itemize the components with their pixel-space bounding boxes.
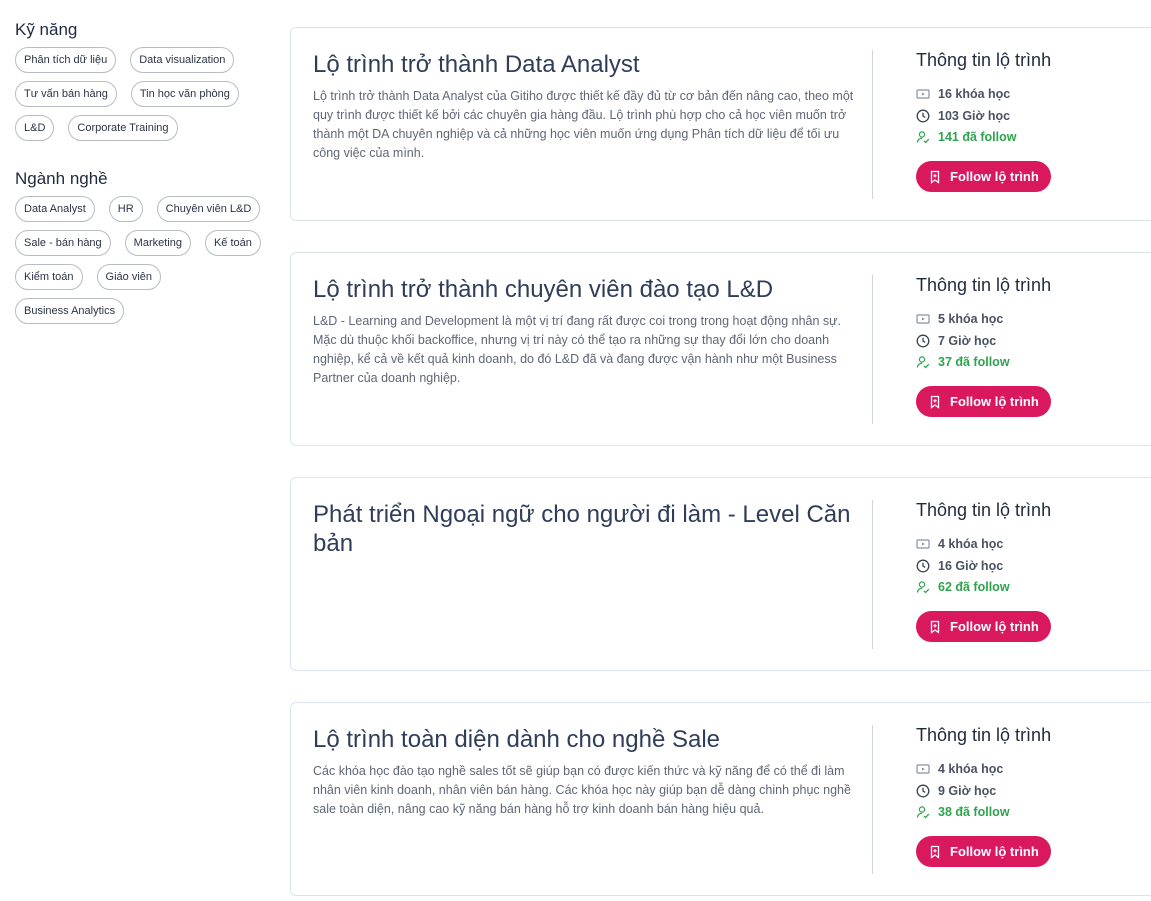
- hours-count: 9 Giờ học: [916, 780, 1151, 802]
- industries-filter: Ngành nghề Data Analyst HR Chuyên viên L…: [15, 169, 275, 324]
- follow-roadmap-label: Follow lộ trình: [950, 619, 1039, 634]
- follow-count-text: 37 đã follow: [938, 355, 1010, 369]
- roadmap-info-title: Thông tin lộ trình: [916, 725, 1052, 745]
- follow-count: 62 đã follow: [916, 577, 1151, 597]
- user-check-icon: [916, 581, 930, 594]
- follow-count-text: 62 đã follow: [938, 580, 1010, 594]
- follow-roadmap-button[interactable]: Follow lộ trình: [916, 836, 1051, 867]
- follow-count: 37 đã follow: [916, 352, 1151, 372]
- video-icon: [916, 314, 930, 324]
- bookmark-icon: [930, 620, 940, 634]
- roadmap-card-content: Phát triển Ngoại ngữ cho người đi làm - …: [313, 500, 861, 566]
- courses-count-text: 4 khóa học: [938, 762, 1004, 776]
- roadmap-card: Phát triển Ngoại ngữ cho người đi làm - …: [290, 477, 1151, 671]
- sidebar: Kỹ năng Phân tích dữ liệu Data visualiza…: [15, 20, 275, 346]
- hours-count: 7 Giờ học: [916, 330, 1151, 352]
- user-check-icon: [916, 356, 930, 369]
- skill-tag[interactable]: Phân tích dữ liệu: [15, 47, 117, 73]
- skill-tag[interactable]: Tư vấn bán hàng: [15, 81, 117, 107]
- skill-tag[interactable]: Data visualization: [130, 47, 235, 73]
- follow-roadmap-button[interactable]: Follow lộ trình: [916, 386, 1051, 417]
- roadmap-info-title: Thông tin lộ trình: [916, 50, 1052, 70]
- roadmap-title[interactable]: Lộ trình toàn diện dành cho nghề Sale: [313, 725, 861, 754]
- roadmap-info: Thông tin lộ trình 4 khóa học 9 Giờ học …: [916, 725, 1151, 867]
- industries-tags: Data Analyst HR Chuyên viên L&D Sale - b…: [15, 196, 265, 324]
- hours-count-text: 16 Giờ học: [938, 559, 1004, 573]
- bookmark-icon: [930, 395, 940, 409]
- follow-count: 141 đã follow: [916, 127, 1151, 147]
- video-icon: [916, 764, 930, 774]
- courses-count-text: 4 khóa học: [938, 537, 1004, 551]
- roadmap-card: Lộ trình toàn diện dành cho nghề Sale Cá…: [290, 702, 1151, 896]
- roadmap-card-content: Lộ trình trở thành chuyên viên đào tạo L…: [313, 275, 861, 388]
- skill-tag[interactable]: L&D: [15, 115, 55, 141]
- courses-count: 4 khóa học: [916, 758, 1151, 780]
- skill-tag[interactable]: Tin học văn phòng: [130, 81, 239, 107]
- follow-roadmap-button[interactable]: Follow lộ trình: [916, 611, 1051, 642]
- roadmap-description: L&D - Learning and Development là một vị…: [313, 314, 842, 385]
- roadmap-list: Lộ trình trở thành Data Analyst Lộ trình…: [290, 27, 1151, 901]
- roadmap-card-content: Lộ trình trở thành Data Analyst Lộ trình…: [313, 50, 861, 163]
- video-icon: [916, 89, 930, 99]
- hours-count: 16 Giờ học: [916, 555, 1151, 577]
- courses-count: 16 khóa học: [916, 83, 1151, 105]
- courses-count: 5 khóa học: [916, 308, 1151, 330]
- skills-filter: Kỹ năng Phân tích dữ liệu Data visualiza…: [15, 20, 275, 141]
- user-check-icon: [916, 131, 930, 144]
- hours-count-text: 7 Giờ học: [938, 334, 997, 348]
- hours-count-text: 103 Giờ học: [938, 109, 1011, 123]
- roadmap-card: Lộ trình trở thành Data Analyst Lộ trình…: [290, 27, 1151, 221]
- clock-icon: [916, 784, 930, 798]
- skill-tag[interactable]: Corporate Training: [68, 115, 178, 141]
- industry-tag[interactable]: HR: [108, 196, 143, 222]
- industry-tag[interactable]: Chuyên viên L&D: [156, 196, 261, 222]
- industry-tag[interactable]: Kế toán: [204, 230, 261, 256]
- industry-tag[interactable]: Marketing: [124, 230, 191, 256]
- roadmap-card: Lộ trình trở thành chuyên viên đào tạo L…: [290, 252, 1151, 446]
- follow-roadmap-label: Follow lộ trình: [950, 844, 1039, 859]
- user-check-icon: [916, 806, 930, 819]
- roadmap-info: Thông tin lộ trình 4 khóa học 16 Giờ học…: [916, 500, 1151, 642]
- industry-tag[interactable]: Data Analyst: [15, 196, 95, 222]
- roadmap-title[interactable]: Phát triển Ngoại ngữ cho người đi làm - …: [313, 500, 861, 558]
- skills-tags: Phân tích dữ liệu Data visualization Tư …: [15, 47, 255, 141]
- follow-count-text: 38 đã follow: [938, 805, 1010, 819]
- industry-tag[interactable]: Sale - bán hàng: [15, 230, 111, 256]
- follow-roadmap-button[interactable]: Follow lộ trình: [916, 161, 1051, 192]
- courses-count-text: 5 khóa học: [938, 312, 1004, 326]
- card-divider: [872, 275, 873, 424]
- clock-icon: [916, 559, 930, 573]
- roadmap-description: Các khóa học đào tạo nghề sales tốt sẽ g…: [313, 764, 851, 816]
- industry-tag[interactable]: Giáo viên: [96, 264, 162, 290]
- video-icon: [916, 539, 930, 549]
- follow-count-text: 141 đã follow: [938, 130, 1017, 144]
- roadmap-description: Lộ trình trở thành Data Analyst của Giti…: [313, 89, 854, 160]
- roadmap-info-title: Thông tin lộ trình: [916, 275, 1052, 295]
- roadmap-info: Thông tin lộ trình 5 khóa học 7 Giờ học …: [916, 275, 1151, 417]
- skills-filter-title: Kỹ năng: [15, 20, 78, 39]
- industry-tag[interactable]: Kiểm toán: [15, 264, 83, 290]
- card-divider: [872, 50, 873, 199]
- courses-count-text: 16 khóa học: [938, 87, 1011, 101]
- roadmap-info-title: Thông tin lộ trình: [916, 500, 1052, 520]
- bookmark-icon: [930, 170, 940, 184]
- follow-roadmap-label: Follow lộ trình: [950, 394, 1039, 409]
- card-divider: [872, 500, 873, 649]
- hours-count-text: 9 Giờ học: [938, 784, 997, 798]
- card-divider: [872, 725, 873, 874]
- clock-icon: [916, 109, 930, 123]
- follow-roadmap-label: Follow lộ trình: [950, 169, 1039, 184]
- roadmap-title[interactable]: Lộ trình trở thành Data Analyst: [313, 50, 861, 79]
- roadmap-info: Thông tin lộ trình 16 khóa học 103 Giờ h…: [916, 50, 1151, 192]
- bookmark-icon: [930, 845, 940, 859]
- courses-count: 4 khóa học: [916, 533, 1151, 555]
- clock-icon: [916, 334, 930, 348]
- roadmap-card-content: Lộ trình toàn diện dành cho nghề Sale Cá…: [313, 725, 861, 819]
- hours-count: 103 Giờ học: [916, 105, 1151, 127]
- industry-tag[interactable]: Business Analytics: [15, 298, 125, 324]
- follow-count: 38 đã follow: [916, 802, 1151, 822]
- industries-filter-title: Ngành nghề: [15, 169, 108, 188]
- roadmap-title[interactable]: Lộ trình trở thành chuyên viên đào tạo L…: [313, 275, 861, 304]
